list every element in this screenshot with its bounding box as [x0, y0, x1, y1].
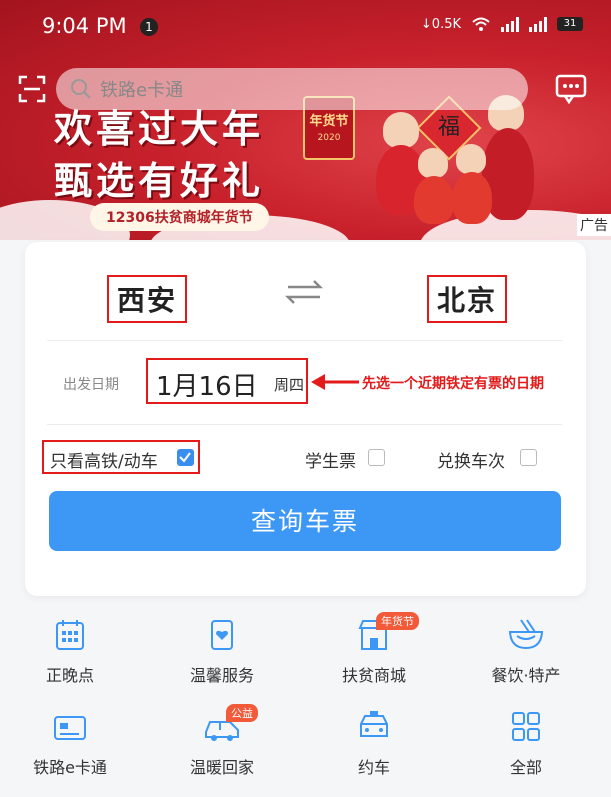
promo-banner[interactable]: 欢喜过大年 甄选有好礼 12306扶贫商城年货节 年货节 2020 福 广告 9… [0, 0, 611, 240]
family-figure [456, 144, 486, 174]
high-speed-checkbox[interactable] [177, 449, 194, 466]
service-label: 全部 [509, 758, 542, 777]
student-ticket-checkbox[interactable] [368, 449, 385, 466]
swap-icon[interactable] [282, 277, 326, 307]
bowl-icon [508, 619, 544, 650]
download-icon: ↓ [420, 16, 432, 32]
service-item-care[interactable]: 温馨服务 [152, 618, 292, 698]
service-item-ecard[interactable]: 铁路e卡通 [0, 710, 140, 790]
festival-tag-text: 年货节 [309, 114, 349, 129]
card-icon [54, 716, 86, 740]
family-figure [418, 148, 448, 178]
status-time: 9:04 PM [42, 14, 127, 38]
service-item-shop[interactable]: 年货节 扶贫商城 [304, 612, 444, 698]
swap-train-label: 兑换车次 [437, 452, 505, 472]
family-figure [414, 176, 454, 224]
high-speed-option[interactable]: 只看高铁/动车 [42, 440, 200, 474]
wifi-icon [472, 17, 490, 31]
signal-icon [529, 16, 547, 32]
service-label: 正晚点 [45, 666, 94, 685]
message-icon[interactable] [555, 74, 587, 104]
divider [47, 424, 562, 425]
taxi-icon [360, 711, 388, 737]
family-figure [383, 112, 419, 148]
calendar-icon [56, 620, 84, 650]
net-speed: ↓0.5K [421, 17, 461, 32]
scan-icon[interactable] [18, 75, 46, 103]
service-label: 约车 [357, 758, 390, 777]
family-figure [452, 172, 492, 224]
date-value: 1月16日 [156, 372, 258, 402]
divider [47, 340, 562, 341]
status-bar: 9:04 PM 1 ↓0.5K 31 [0, 0, 611, 56]
fu-char: 福 [437, 115, 460, 140]
booking-card: 西安 北京 出发日期 1月16日 周四 先选一个近期铁定有票的日期 只看高铁/动… [25, 242, 586, 596]
grid-icon [512, 712, 540, 741]
annotation-arrow-icon [311, 374, 359, 390]
status-icons: ↓0.5K 31 [421, 16, 583, 32]
service-item-all[interactable]: 全部 [456, 710, 596, 790]
service-badge: 年货节 [376, 612, 419, 630]
search-input[interactable]: 铁路e卡通 [56, 68, 528, 110]
annotation-text: 先选一个近期铁定有票的日期 [362, 376, 544, 392]
service-label: 铁路e卡通 [33, 758, 107, 777]
battery-icon: 31 [557, 17, 583, 31]
query-tickets-button[interactable]: 查询车票 [49, 491, 561, 551]
net-speed-value: 0.5K [431, 16, 461, 32]
ad-label: 广告 [577, 214, 611, 236]
service-item-home[interactable]: 公益 温暖回家 [152, 704, 292, 790]
service-label: 温馨服务 [189, 666, 254, 685]
service-item-food[interactable]: 餐饮·特产 [456, 618, 596, 698]
service-badge: 公益 [226, 704, 258, 722]
to-city[interactable]: 北京 [427, 275, 508, 323]
service-label: 餐饮·特产 [491, 666, 561, 685]
festival-year: 2020 [317, 133, 341, 143]
from-city[interactable]: 西安 [107, 275, 188, 323]
student-ticket-label: 学生票 [305, 452, 356, 472]
date-label: 出发日期 [63, 377, 119, 393]
search-icon [71, 79, 91, 99]
high-speed-label: 只看高铁/动车 [50, 452, 158, 472]
signal-icon [501, 16, 519, 32]
swap-train-checkbox[interactable] [520, 449, 537, 466]
search-placeholder: 铁路e卡通 [100, 80, 184, 101]
service-label: 温暖回家 [189, 758, 254, 777]
banner-subline: 12306扶贫商城年货节 [90, 203, 269, 231]
service-icon [211, 620, 233, 650]
notification-badge: 1 [140, 18, 158, 36]
weekday-value: 周四 [274, 376, 305, 394]
service-item-delay[interactable]: 正晚点 [0, 618, 140, 698]
banner-headline-2: 甄选有好礼 [54, 158, 265, 203]
service-item-taxi[interactable]: 约车 [304, 710, 444, 790]
service-label: 扶贫商城 [341, 666, 406, 685]
date-picker[interactable]: 1月16日 周四 [146, 358, 308, 404]
check-icon [179, 452, 191, 463]
